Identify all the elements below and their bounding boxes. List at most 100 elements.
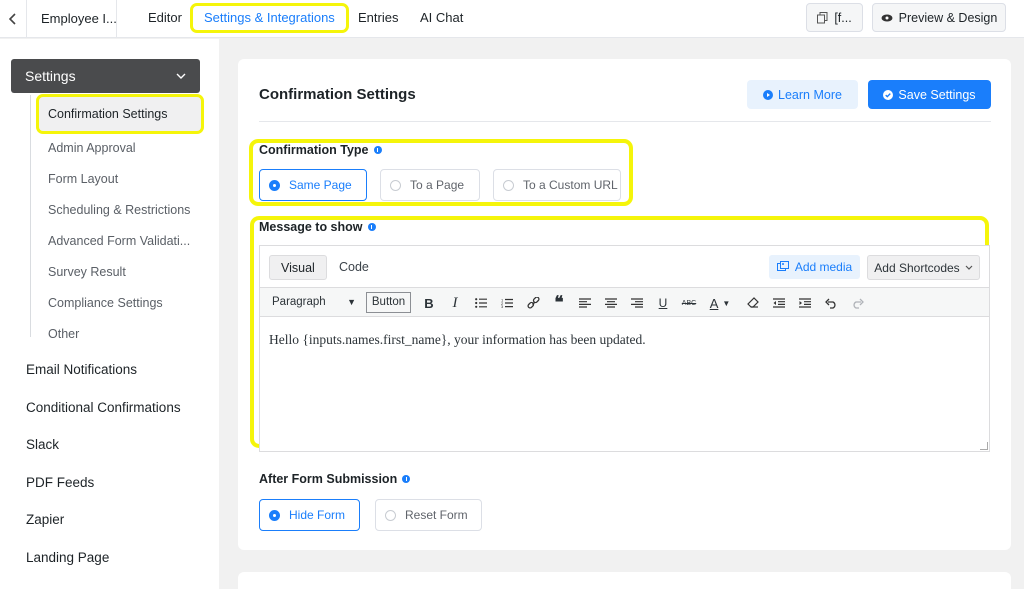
outdent-icon[interactable]	[768, 292, 790, 314]
top-bar: Employee I... Editor Settings & Integrat…	[0, 0, 1024, 38]
info-icon	[402, 475, 411, 483]
play-circle-icon	[763, 89, 774, 100]
form-name[interactable]: Employee I...	[26, 0, 117, 38]
settings-group-toggle[interactable]: Settings	[11, 59, 200, 93]
sidebar-link-pdf-feeds[interactable]: PDF Feeds	[26, 475, 94, 490]
check-circle-icon	[883, 89, 894, 100]
page-title: Confirmation Settings	[259, 86, 416, 103]
eye-icon	[881, 14, 893, 21]
sidebar-item-confirmation-settings[interactable]: Confirmation Settings	[36, 94, 204, 134]
undo-icon[interactable]	[820, 292, 842, 314]
sidebar-item-scheduling[interactable]: Scheduling & Restrictions	[48, 203, 190, 217]
confirmation-type-label-text: Confirmation Type	[259, 143, 369, 157]
radio-indicator	[390, 179, 401, 191]
blockquote-icon[interactable]: ❝	[548, 292, 570, 314]
radio-hide-form-label: Hide Form	[289, 508, 346, 522]
learn-more-label: Learn More	[778, 87, 842, 102]
sidebar-item-admin-approval[interactable]: Admin Approval	[48, 141, 136, 155]
sidebar-link-email-notifications[interactable]: Email Notifications	[26, 362, 137, 377]
confirmation-settings-card: Confirmation Settings Learn More Save Se…	[238, 59, 1011, 550]
radio-indicator	[269, 509, 280, 521]
radio-hide-form[interactable]: Hide Form	[259, 499, 360, 531]
info-icon	[373, 146, 382, 154]
radio-same-page-label: Same Page	[289, 178, 352, 192]
message-content: Hello {inputs.names.first_name}, your in…	[269, 332, 646, 347]
italic-icon[interactable]: I	[444, 292, 466, 314]
sidebar: Settings Confirmation Settings Admin App…	[0, 39, 219, 589]
message-editor: Visual Code Add media Add Shortcodes Par…	[259, 245, 990, 452]
sidebar-link-slack[interactable]: Slack	[26, 437, 59, 452]
align-center-icon[interactable]	[600, 292, 622, 314]
next-card	[238, 572, 1011, 589]
sidebar-item-advanced-validation[interactable]: Advanced Form Validati...	[48, 234, 190, 248]
bullet-list-icon[interactable]	[470, 292, 492, 314]
editor-toolbar: Paragraph ▼ Button B I 123 ❝ U ABC A ▼	[260, 287, 989, 317]
message-editor-body[interactable]: Hello {inputs.names.first_name}, your in…	[260, 317, 989, 451]
align-right-icon[interactable]	[626, 292, 648, 314]
eraser-icon[interactable]	[742, 292, 764, 314]
format-select-value: Paragraph	[272, 296, 326, 308]
radio-same-page[interactable]: Same Page	[259, 169, 367, 201]
save-settings-label: Save Settings	[898, 87, 976, 102]
info-icon	[367, 223, 376, 231]
editor-tab-visual[interactable]: Visual	[269, 255, 327, 280]
add-media-label: Add media	[794, 260, 853, 274]
chevron-down-icon	[965, 265, 973, 270]
message-label: Message to show	[259, 220, 376, 234]
add-shortcodes-dropdown[interactable]: Add Shortcodes	[867, 255, 980, 280]
text-color-icon[interactable]: A ▼	[704, 292, 736, 314]
radio-custom-url[interactable]: To a Custom URL	[493, 169, 621, 201]
copy-icon	[817, 11, 828, 23]
save-settings-button[interactable]: Save Settings	[868, 80, 991, 109]
radio-indicator	[385, 509, 396, 521]
link-icon[interactable]	[522, 292, 544, 314]
align-left-icon[interactable]	[574, 292, 596, 314]
strikethrough-icon[interactable]: ABC	[678, 292, 700, 314]
sidebar-link-zapier[interactable]: Zapier	[26, 512, 64, 527]
editor-tabs: Visual Code Add media Add Shortcodes	[260, 246, 989, 287]
editor-tab-code[interactable]: Code	[328, 255, 380, 280]
add-shortcodes-label: Add Shortcodes	[874, 260, 960, 275]
bold-icon[interactable]: B	[418, 292, 440, 314]
sidebar-link-landing-page[interactable]: Landing Page	[26, 550, 109, 565]
format-select[interactable]: Paragraph ▼	[269, 291, 358, 313]
insert-button-button[interactable]: Button	[366, 292, 411, 313]
after-submission-label-text: After Form Submission	[259, 472, 398, 486]
add-media-button[interactable]: Add media	[769, 255, 860, 279]
sidebar-item-form-layout[interactable]: Form Layout	[48, 172, 118, 186]
back-button[interactable]	[0, 0, 26, 38]
sidebar-link-conditional-confirmations[interactable]: Conditional Confirmations	[26, 400, 181, 415]
shortcode-label: [f...	[834, 10, 852, 25]
radio-custom-url-label: To a Custom URL	[523, 178, 618, 192]
chevron-left-icon	[9, 13, 16, 25]
tab-entries[interactable]: Entries	[358, 0, 398, 38]
sidebar-item-survey-result[interactable]: Survey Result	[48, 265, 126, 279]
tab-settings-integrations[interactable]: Settings & Integrations	[190, 3, 349, 33]
settings-group-label: Settings	[25, 68, 76, 84]
svg-text:3: 3	[501, 304, 504, 308]
caret-down-icon: ▼	[347, 297, 356, 307]
radio-indicator	[503, 179, 514, 191]
sidebar-item-compliance[interactable]: Compliance Settings	[48, 296, 163, 310]
indent-icon[interactable]	[794, 292, 816, 314]
after-submission-label: After Form Submission	[259, 472, 411, 486]
preview-design-button[interactable]: Preview & Design	[872, 3, 1006, 32]
redo-icon[interactable]	[846, 292, 868, 314]
resize-handle[interactable]	[980, 442, 988, 450]
shortcode-copy-button[interactable]: [f...	[806, 3, 863, 32]
learn-more-button[interactable]: Learn More	[747, 80, 858, 109]
underline-icon[interactable]: U	[652, 292, 674, 314]
submenu-rail	[30, 95, 31, 337]
radio-reset-form-label: Reset Form	[405, 508, 468, 522]
preview-label: Preview & Design	[898, 10, 998, 25]
radio-to-a-page[interactable]: To a Page	[380, 169, 480, 201]
chevron-down-icon	[176, 59, 186, 93]
numbered-list-icon[interactable]: 123	[496, 292, 518, 314]
sidebar-item-other[interactable]: Other	[48, 327, 79, 341]
divider	[259, 121, 991, 122]
radio-indicator	[269, 179, 280, 191]
tab-editor[interactable]: Editor	[148, 0, 182, 38]
message-label-text: Message to show	[259, 220, 363, 234]
radio-reset-form[interactable]: Reset Form	[375, 499, 482, 531]
tab-ai-chat[interactable]: AI Chat	[420, 0, 463, 38]
